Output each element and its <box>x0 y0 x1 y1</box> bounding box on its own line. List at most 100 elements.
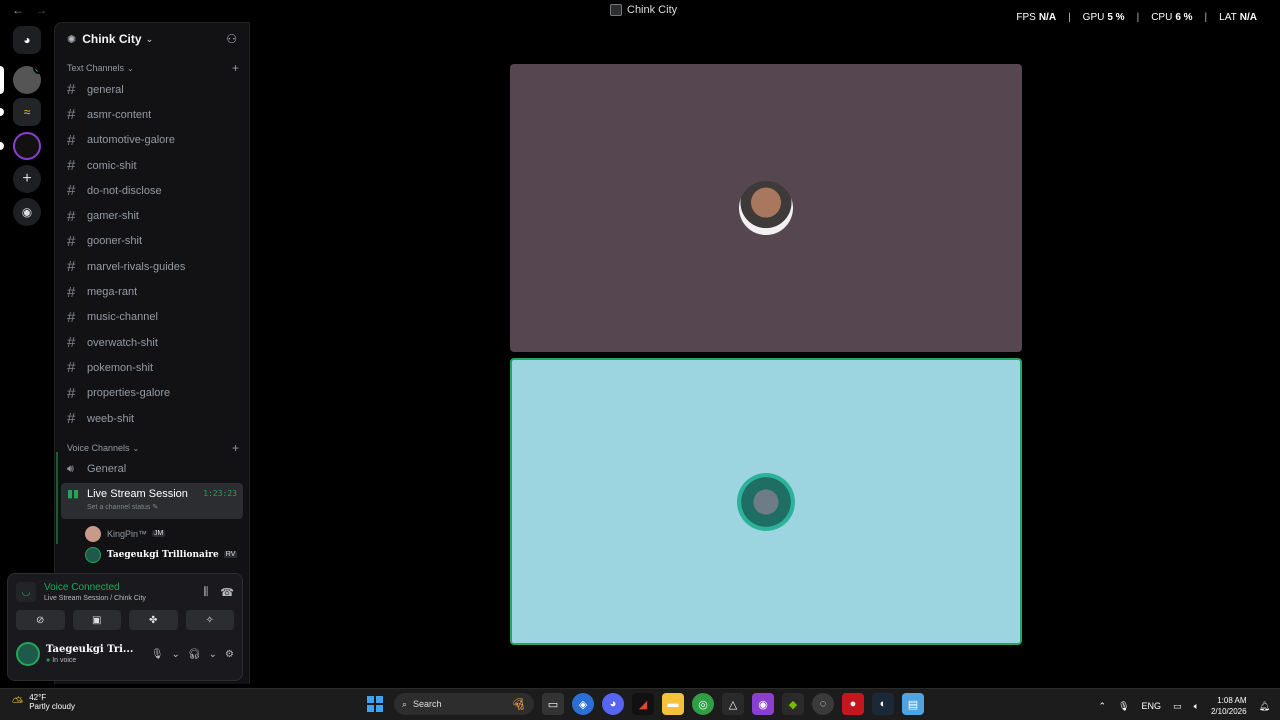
set-channel-status[interactable]: Set a channel status ✎ <box>87 503 237 511</box>
app-icon[interactable]: ▤ <box>902 693 924 715</box>
channel-music-channel[interactable]: # music-channel <box>55 305 249 330</box>
app-icon[interactable]: ● <box>842 693 864 715</box>
file-explorer-icon[interactable]: ▬ <box>662 693 684 715</box>
clock[interactable]: 1:08 AM 2/10/2026 <box>1211 695 1247 717</box>
channel-do-not-disclose[interactable]: # do-not-disclose <box>55 178 249 203</box>
activities-button[interactable]: ✤ <box>129 610 178 630</box>
discord-home-icon[interactable]: ◕ <box>13 26 41 54</box>
channel-pokemon-shit[interactable]: # pokemon-shit <box>55 355 249 380</box>
channel-label: properties-galore <box>87 387 171 400</box>
chevron-down-icon: ⌄ <box>145 33 154 44</box>
channel-label: comic-shit <box>87 159 137 172</box>
participant-tile[interactable] <box>510 64 1022 352</box>
server-avatar-icon[interactable]: • <box>13 66 41 94</box>
active-server-indicator <box>0 66 4 94</box>
server-icon <box>610 4 622 16</box>
hash-icon: # <box>67 308 76 326</box>
server-avatar-icon[interactable]: ≈ <box>13 98 41 126</box>
channel-comic-shit[interactable]: # comic-shit <box>55 153 249 178</box>
network-icon[interactable]: ▭ <box>1173 701 1182 712</box>
chevron-down-icon[interactable]: ⌄ <box>209 649 217 660</box>
server-header[interactable]: ✺ Chink City ⌄ ⚇ <box>55 23 249 55</box>
language-indicator[interactable]: ENG <box>1142 701 1162 711</box>
channel-asmr-content[interactable]: # asmr-content <box>55 102 249 127</box>
channel-automotive-galore[interactable]: # automotive-galore <box>55 128 249 153</box>
hash-icon: # <box>67 157 76 175</box>
channel-general[interactable]: # general <box>55 77 249 102</box>
taskbar-search[interactable]: ⌕ Search 🍕︎ <box>394 693 534 715</box>
unread-indicator <box>0 108 4 116</box>
add-server-icon[interactable]: + <box>13 165 41 193</box>
unread-indicator <box>0 142 4 150</box>
channel-properties-galore[interactable]: # properties-galore <box>55 381 249 406</box>
channel-gamer-shit[interactable]: # gamer-shit <box>55 203 249 228</box>
text-channel-list: # general # asmr-content # automotive-galore #… <box>55 77 249 431</box>
channel-mega-rant[interactable]: # mega-rant <box>55 279 249 304</box>
invite-people-icon[interactable]: ⚇ <box>226 32 237 46</box>
microphone-icon[interactable]: 🎙︎ <box>151 649 164 660</box>
app-icon[interactable]: ◌ <box>812 693 834 715</box>
search-highlight-icon: 🍕︎ <box>510 697 526 711</box>
voice-user[interactable]: KingPin™ JM <box>55 523 249 544</box>
chevron-down-icon[interactable]: ⌄ <box>172 649 180 660</box>
nvidia-icon[interactable]: ◆ <box>782 693 804 715</box>
category-text-channels[interactable]: Text Channels ⌄ + <box>55 59 249 77</box>
weather-icon: ⛅︎ <box>12 693 24 710</box>
copilot-icon[interactable]: ◈ <box>572 693 594 715</box>
app-icon[interactable]: △ <box>722 693 744 715</box>
steam-icon[interactable]: ◐ <box>872 693 894 715</box>
create-channel-icon[interactable]: + <box>232 61 239 75</box>
hash-icon: # <box>67 359 76 377</box>
hash-icon: # <box>67 131 76 149</box>
start-button[interactable] <box>364 693 386 715</box>
headphones-icon[interactable]: 🎧︎ <box>188 649 201 660</box>
channel-weeb-shit[interactable]: # weeb-shit <box>55 406 249 431</box>
discord-app-icon[interactable]: ◕ <box>602 693 624 715</box>
signal-icon[interactable]: ◟◞ <box>16 582 36 602</box>
username[interactable]: Taegeukgi Tri... <box>46 644 133 655</box>
hash-icon: # <box>67 283 76 301</box>
category-voice-channels[interactable]: Voice Channels ⌄ + <box>55 439 249 457</box>
channel-label: automotive-galore <box>87 134 176 147</box>
avatar <box>739 181 793 235</box>
camera-off-button[interactable]: ⊘ <box>16 610 65 630</box>
noise-suppression-icon[interactable]: ⫼ <box>203 586 208 599</box>
system-tray: ⌃ 🎙︎ ENG ▭ 🔈︎ 1:08 AM 2/10/2026 🔔︎ <box>1099 695 1270 717</box>
voice-user[interactable]: Taegeukgi Trillionaire RV <box>55 544 249 565</box>
app-icon[interactable]: ◢ <box>632 693 654 715</box>
soundboard-button[interactable]: ✧ <box>185 610 234 630</box>
hash-icon: # <box>67 182 76 200</box>
user-tag: JM <box>152 530 166 538</box>
channel-overwatch-shit[interactable]: # overwatch-shit <box>55 330 249 355</box>
participant-tile-speaking[interactable] <box>510 358 1022 645</box>
channel-label: gamer-shit <box>87 210 139 223</box>
create-channel-icon[interactable]: + <box>232 441 239 455</box>
hash-icon: # <box>67 410 76 427</box>
back-arrow-icon[interactable]: ← <box>12 3 24 17</box>
share-screen-button[interactable]: ▣ <box>72 610 121 630</box>
volume-icon[interactable]: 🔈︎ <box>1194 701 1199 712</box>
microphone-icon[interactable]: 🎙︎ <box>1118 701 1129 712</box>
chrome-icon[interactable]: ◎ <box>692 693 714 715</box>
disconnect-icon[interactable]: ☎ <box>220 586 234 599</box>
channel-marvel-rivals-guides[interactable]: # marvel-rivals-guides <box>55 254 249 279</box>
weather-widget[interactable]: ⛅︎ 42°F Partly cloudy <box>12 693 75 711</box>
notification-bell-icon[interactable]: 🔔︎ <box>1259 701 1270 712</box>
chevron-up-icon[interactable]: ⌃ <box>1099 701 1107 712</box>
avatar <box>737 472 795 531</box>
avatar[interactable] <box>16 642 40 666</box>
task-view-icon[interactable]: ▭ <box>542 693 564 715</box>
settings-gear-icon[interactable]: ⚙ <box>225 649 234 660</box>
explore-icon[interactable]: ◉ <box>13 198 41 226</box>
server-avatar-icon[interactable] <box>13 132 41 160</box>
voice-location[interactable]: Live Stream Session / Chink City <box>44 595 146 602</box>
voice-channel-general[interactable]: 🔊︎ General <box>55 457 249 481</box>
speaker-icon: 🔊︎ <box>67 462 74 475</box>
performance-overlay: FPS N/A | GPU 5 % | CPU 6 % | LAT N/A <box>1016 12 1257 23</box>
voice-channel-live-stream-session[interactable]: ▮▮ Live Stream Session 1:23:23 Set a cha… <box>61 483 243 520</box>
channel-gooner-shit[interactable]: # gooner-shit <box>55 229 249 254</box>
forward-arrow-icon[interactable]: → <box>35 3 47 17</box>
pencil-icon: ✎ <box>152 504 159 512</box>
app-icon[interactable]: ◉ <box>752 693 774 715</box>
voice-status-title[interactable]: Voice Connected <box>44 582 146 593</box>
